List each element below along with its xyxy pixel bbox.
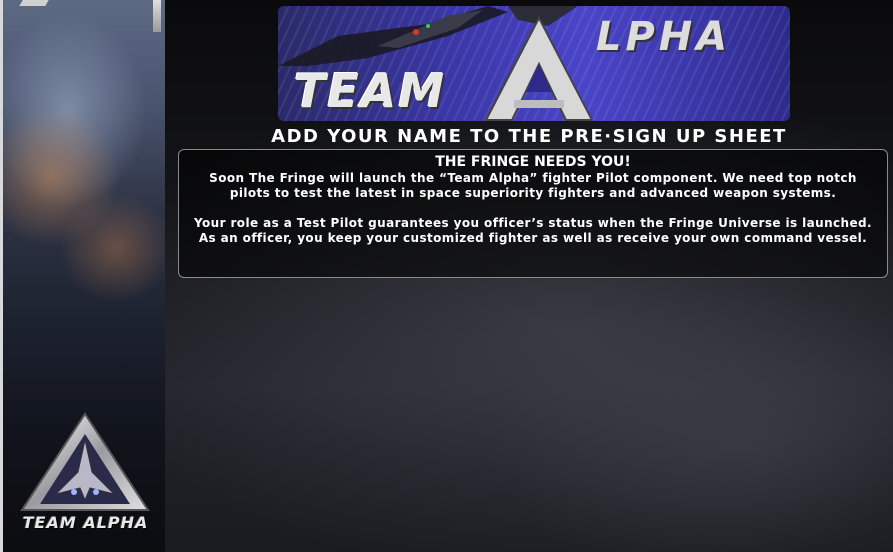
corner-decoration: [153, 0, 161, 32]
info-title: THE FRINGE NEEDS YOU!: [435, 154, 631, 170]
corner-decoration-2: [19, 0, 49, 6]
info-paragraph: Your role as a Test Pilot guarantees you…: [194, 216, 872, 245]
team-alpha-banner: TEAM LPHA: [278, 6, 790, 121]
info-paragraph: Soon The Fringe will launch the “Team Al…: [209, 171, 857, 200]
banner-letter-a: [484, 15, 594, 121]
banner-word-team: TEAM: [294, 64, 447, 118]
team-alpha-logo: TEAM ALPHA: [3, 412, 168, 532]
sidebar-earth-panel: TEAM ALPHA: [0, 0, 165, 552]
fighter-ship-icon: [20, 412, 150, 511]
page-headline: ADD YOUR NAME TO THE PRE·SIGN UP SHEET: [271, 126, 787, 147]
letter-a-icon: [484, 15, 594, 121]
logo-text: TEAM ALPHA: [22, 513, 149, 532]
info-box: THE FRINGE NEEDS YOU! Soon The Fringe wi…: [178, 149, 888, 278]
banner-word-lpha: LPHA: [596, 14, 732, 60]
main-content: TEAM LPHA ADD YOUR NAME TO THE PRE·SIGN …: [165, 0, 893, 552]
